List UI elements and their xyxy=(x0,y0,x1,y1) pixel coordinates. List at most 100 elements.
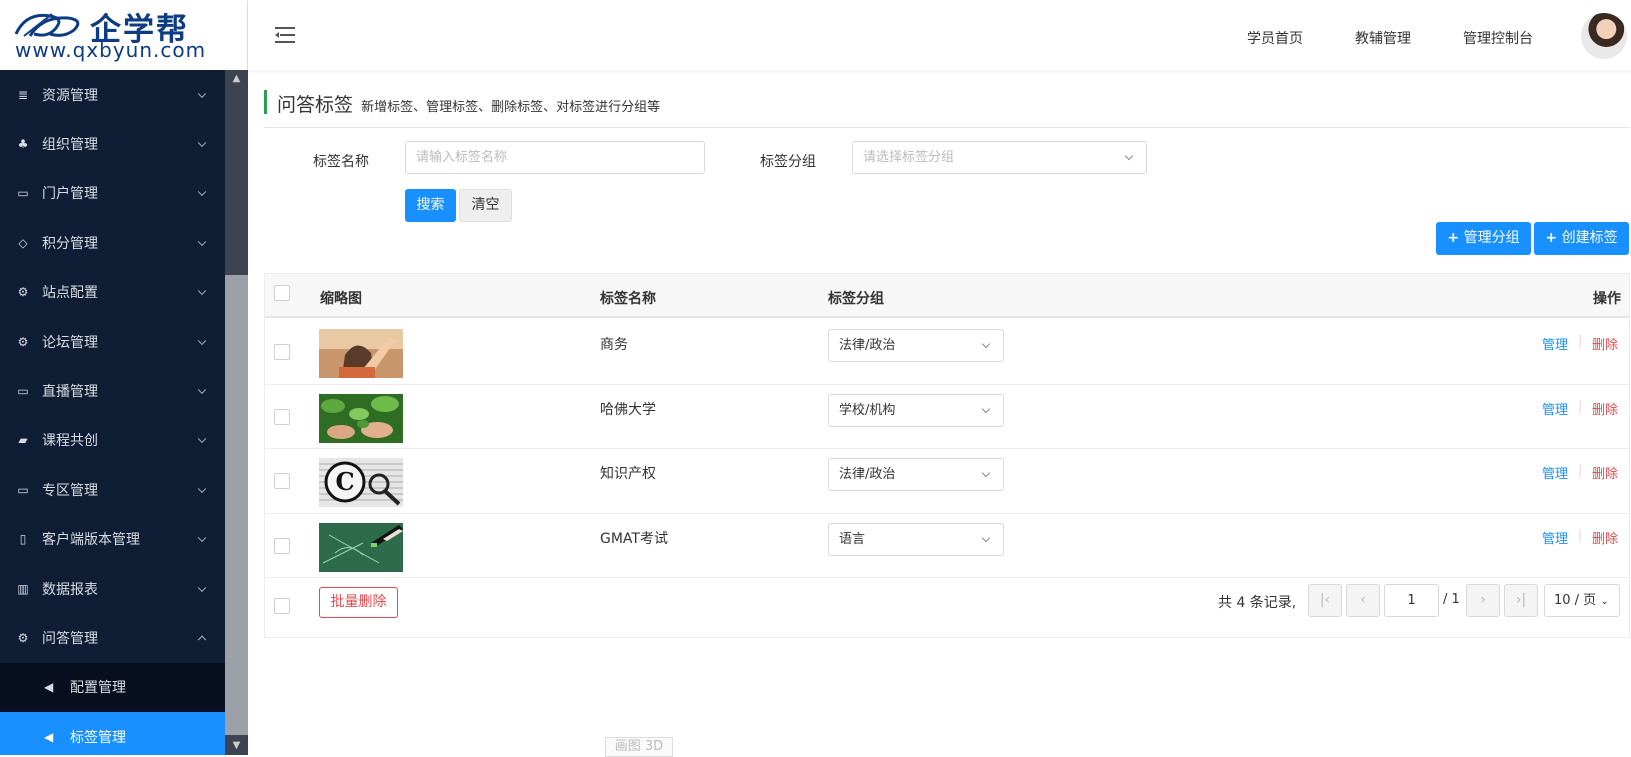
page-title: 问答标签 新增标签、管理标签、删除标签、对标签进行分组等 xyxy=(264,90,660,116)
diamond-icon: ◇ xyxy=(18,235,28,250)
sidebar-item-10[interactable]: ▥ 数据报表 xyxy=(0,564,225,613)
action-separator: | xyxy=(1578,334,1583,349)
sidebar-item-1[interactable]: ♣ 组织管理 xyxy=(0,119,225,168)
sidebar-item-9[interactable]: ▯ 客户端版本管理 xyxy=(0,515,225,564)
page-input[interactable]: 1 xyxy=(1384,584,1439,617)
logo[interactable]: 企学帮 www.qxbyun.com xyxy=(0,0,248,70)
row-checkbox[interactable] xyxy=(274,473,290,489)
manage-link[interactable]: 管理 xyxy=(1542,399,1568,418)
menu-toggle-icon[interactable] xyxy=(275,27,295,43)
database-icon: ≣ xyxy=(17,87,29,102)
sidebar-item-6[interactable]: ▭ 直播管理 xyxy=(0,366,225,415)
table-row: 哈佛大学 学校/机构 管理 | 删除 xyxy=(265,385,1629,449)
sidebar-item-8[interactable]: ▭ 专区管理 xyxy=(0,465,225,514)
bullhorn-icon: ◀ xyxy=(44,680,54,695)
sidebar-item-label: 资源管理 xyxy=(42,87,98,104)
sidebar-scrollbar[interactable]: ▲ ▼ xyxy=(225,70,248,755)
manage-link[interactable]: 管理 xyxy=(1542,528,1568,547)
logo-url: www.qxbyun.com xyxy=(15,38,207,62)
plus-icon: + xyxy=(1447,230,1460,246)
thumbnail-copyright: C xyxy=(319,458,403,507)
bar-chart-icon: ▥ xyxy=(17,581,29,596)
sidebar-subitem-label: 配置管理 xyxy=(70,680,126,697)
avatar[interactable] xyxy=(1581,13,1627,59)
sidebar-item-7[interactable]: ▰ 课程共创 xyxy=(0,416,225,465)
tag-name-cell: 商务 xyxy=(600,337,628,353)
select-all-footer-checkbox[interactable] xyxy=(274,598,290,614)
nav-teaching-management[interactable]: 教辅管理 xyxy=(1355,28,1411,48)
delete-link[interactable]: 删除 xyxy=(1592,334,1618,353)
chevron-up-icon xyxy=(197,635,207,645)
sidebar-item-label: 专区管理 xyxy=(42,482,98,499)
tag-group-select[interactable]: 请选择标签分组 xyxy=(852,141,1147,174)
sidebar-subitem-0[interactable]: ◀ 配置管理 xyxy=(0,663,225,712)
chevron-down-icon xyxy=(197,237,207,246)
nav-student-home[interactable]: 学员首页 xyxy=(1247,28,1303,48)
sidebar-item-label: 组织管理 xyxy=(42,137,98,154)
thumbnail-chalkboard xyxy=(319,522,403,572)
delete-link[interactable]: 删除 xyxy=(1592,463,1618,482)
bullhorn-icon: ◀ xyxy=(44,729,54,744)
next-page-icon[interactable]: › xyxy=(1466,584,1500,617)
page-total: / 1 xyxy=(1443,592,1460,607)
row-checkbox[interactable] xyxy=(274,408,290,425)
top-header: 学员首页 教辅管理 管理控制台 xyxy=(248,0,1631,70)
select-all-checkbox[interactable] xyxy=(274,285,290,301)
manage-groups-button[interactable]: + 管理分组 xyxy=(1436,222,1531,255)
group-select[interactable]: 法律/政治 xyxy=(828,458,1004,491)
manage-link[interactable]: 管理 xyxy=(1542,463,1568,482)
manage-groups-label: 管理分组 xyxy=(1463,230,1520,246)
table-row: GMAT考试 语言 管理 | 删除 xyxy=(265,514,1629,578)
sidebar-menu: ≣ 资源管理 ♣ 组织管理 ▭ 门户管理 ◇ 积分管理 ⚙ 站点配置 ⚙ 论坛管理 ▭ 直播管理 ▰ 课程共创… xyxy=(0,70,225,755)
scroll-down-icon[interactable]: ▼ xyxy=(225,737,248,755)
chevron-down-icon xyxy=(981,339,991,349)
page-size-value: 10 / 页 xyxy=(1554,593,1597,608)
sidebar-subitem-1[interactable]: ◀ 标签管理 xyxy=(0,712,225,755)
scroll-thumb[interactable] xyxy=(225,275,248,735)
tag-name-input[interactable]: 请输入标签名称 xyxy=(405,141,705,174)
delete-link[interactable]: 删除 xyxy=(1592,399,1618,418)
row-checkbox[interactable] xyxy=(274,537,290,554)
group-select[interactable]: 法律/政治 xyxy=(828,329,1004,362)
manage-link[interactable]: 管理 xyxy=(1542,334,1568,353)
action-separator: | xyxy=(1578,527,1583,543)
group-select-value: 语言 xyxy=(839,531,866,547)
thumbnail-leaves xyxy=(319,393,403,443)
sidebar-item-label: 直播管理 xyxy=(42,384,98,401)
page-size-select[interactable]: 10 / 页 ⌄ xyxy=(1544,584,1620,617)
sidebar-item-11[interactable]: ⚙ 问答管理 xyxy=(0,613,225,662)
delete-link[interactable]: 删除 xyxy=(1592,528,1618,547)
chevron-down-icon xyxy=(197,336,207,345)
chevron-down-icon xyxy=(197,286,207,296)
chevron-down-icon xyxy=(197,434,207,444)
sidebar-item-0[interactable]: ≣ 资源管理 xyxy=(0,70,225,119)
watermark: 画图 3D xyxy=(605,737,673,757)
row-checkbox[interactable] xyxy=(274,344,290,360)
tag-name-cell: 哈佛大学 xyxy=(600,401,656,418)
group-select[interactable]: 语言 xyxy=(828,522,1004,556)
search-button[interactable]: 搜索 xyxy=(405,189,456,222)
prev-page-icon[interactable]: ‹ xyxy=(1346,584,1380,617)
clear-button[interactable]: 清空 xyxy=(459,189,512,222)
cogs-icon: ⚙ xyxy=(17,334,29,349)
divider xyxy=(264,127,1630,128)
chevron-down-icon: ⌄ xyxy=(1600,596,1609,607)
group-select-value: 学校/机构 xyxy=(839,402,896,418)
batch-delete-button[interactable]: 批量删除 xyxy=(319,587,398,618)
tag-group-placeholder: 请选择标签分组 xyxy=(863,150,955,165)
sidebar-item-3[interactable]: ◇ 积分管理 xyxy=(0,218,225,267)
nav-admin-console[interactable]: 管理控制台 xyxy=(1463,28,1533,48)
group-select[interactable]: 学校/机构 xyxy=(828,393,1004,427)
scroll-up-icon[interactable]: ▲ xyxy=(225,70,248,88)
create-tag-label: 创建标签 xyxy=(1561,230,1618,246)
first-page-icon[interactable]: |‹ xyxy=(1308,584,1342,617)
chevron-down-icon xyxy=(981,404,991,413)
create-tag-button[interactable]: + 创建标签 xyxy=(1534,222,1629,255)
col-tag-group: 标签分组 xyxy=(828,291,884,307)
sidebar-item-4[interactable]: ⚙ 站点配置 xyxy=(0,268,225,317)
last-page-icon[interactable]: ›| xyxy=(1504,584,1538,617)
chevron-down-icon xyxy=(197,484,207,493)
sidebar-item-5[interactable]: ⚙ 论坛管理 xyxy=(0,317,225,366)
sidebar-item-2[interactable]: ▭ 门户管理 xyxy=(0,169,225,218)
table-row: C 知识产权 法律/政治 管理 | 删除 xyxy=(265,449,1629,514)
